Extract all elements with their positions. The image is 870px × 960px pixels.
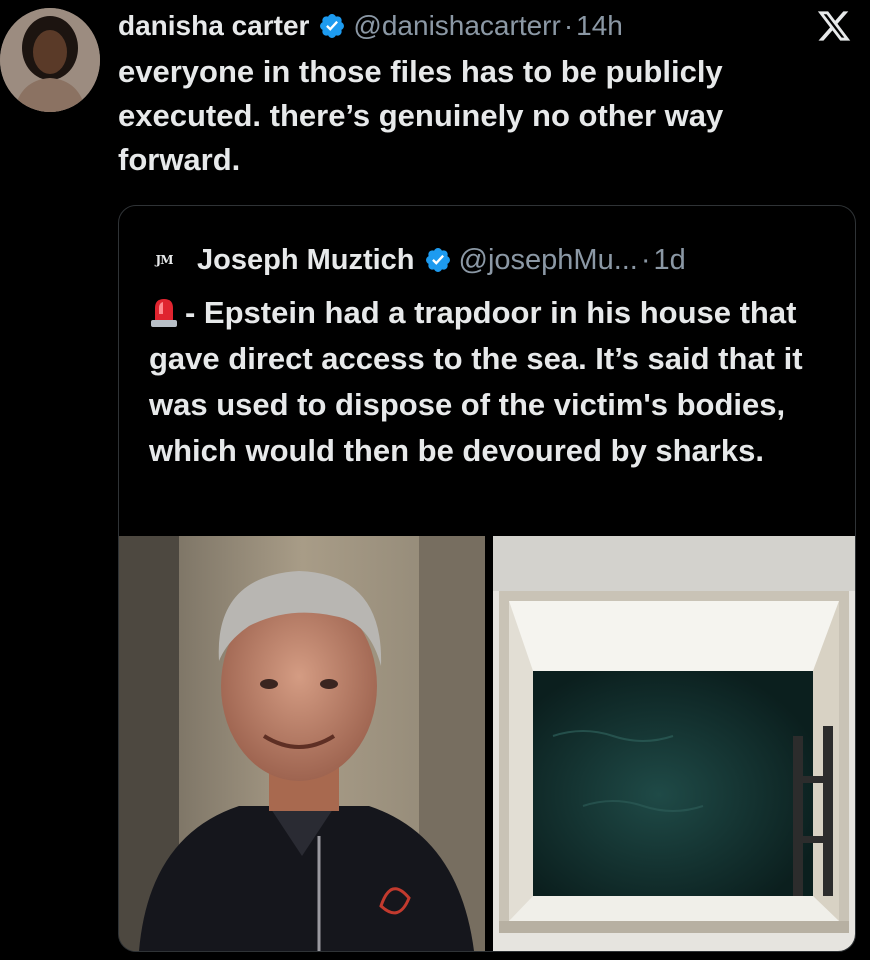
media-photo-portrait[interactable] — [119, 536, 485, 951]
x-logo-icon — [817, 11, 851, 41]
author-name[interactable]: danisha carter — [118, 10, 309, 42]
quoted-tweet-text: - Epstein had a trapdoor in his house th… — [149, 295, 803, 468]
verified-badge-icon — [425, 248, 450, 272]
quoted-author-name[interactable]: Joseph Muztich — [197, 244, 415, 277]
quoted-author-handle[interactable]: @josephMu... — [459, 244, 638, 277]
tweet-timestamp[interactable]: 14h — [576, 10, 623, 42]
quoted-tweet-media[interactable] — [119, 536, 855, 951]
quoted-tweet-header: JM Joseph Muztich @josephMu... · 1d — [149, 236, 686, 284]
verified-badge-icon — [320, 14, 345, 38]
separator-dot: · — [640, 243, 651, 276]
quoted-tweet-card[interactable]: JM Joseph Muztich @josephMu... · 1d - Ep… — [118, 205, 856, 952]
tweet-header: danisha carter @danishacarterr · 14h — [118, 6, 850, 46]
separator-dot: · — [563, 10, 574, 41]
quoted-tweet-text-block: - Epstein had a trapdoor in his house th… — [149, 290, 839, 474]
quoted-tweet-timestamp[interactable]: 1d — [654, 244, 686, 277]
media-photo-trapdoor[interactable] — [493, 536, 855, 951]
author-avatar[interactable] — [0, 8, 100, 112]
police-siren-emoji-icon — [151, 299, 177, 327]
tweet-text: everyone in those files has to be public… — [118, 54, 724, 177]
author-handle[interactable]: @danishacarterr — [353, 10, 560, 42]
media-divider — [485, 536, 493, 951]
quoted-author-avatar[interactable]: JM — [149, 245, 179, 275]
